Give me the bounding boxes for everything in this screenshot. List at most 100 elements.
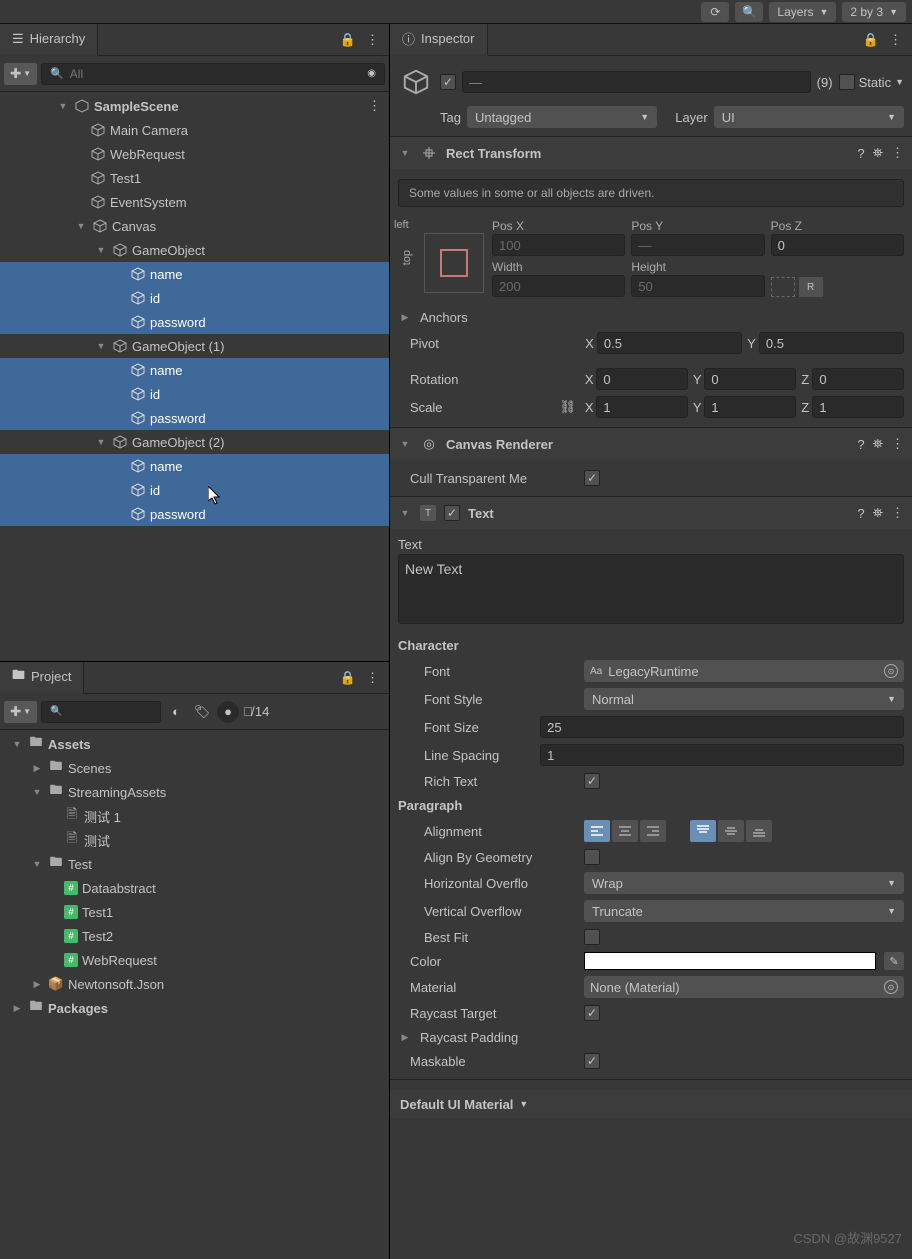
foldout-icon[interactable]: ▼	[30, 857, 44, 871]
scene-row[interactable]: ▼ SampleScene ⋮	[0, 94, 389, 118]
packages-folder[interactable]: ▶🖿Packages	[0, 996, 389, 1020]
lock-icon[interactable]: 🔒	[863, 32, 879, 48]
align-top-button[interactable]	[690, 820, 716, 842]
tree-item[interactable]: Main Camera	[0, 118, 389, 142]
tree-item[interactable]: name	[0, 262, 389, 286]
tree-item[interactable]: Test1	[0, 166, 389, 190]
tree-item[interactable]: id	[0, 286, 389, 310]
font-style-dropdown[interactable]: Normal▼	[584, 688, 904, 710]
font-size-input[interactable]	[540, 716, 904, 738]
static-dropdown-icon[interactable]: ▼	[895, 77, 904, 87]
raycast-checkbox[interactable]	[584, 1005, 600, 1021]
tag-dropdown[interactable]: Untagged▼	[467, 106, 657, 128]
component-menu-icon[interactable]: ⋮	[891, 436, 904, 452]
object-picker-icon[interactable]: ⊙	[884, 664, 898, 678]
foldout-icon[interactable]: ▶	[30, 977, 44, 991]
component-foldout-icon[interactable]: ▼	[398, 437, 412, 451]
preset-icon[interactable]: ⛯	[873, 145, 883, 161]
align-right-button[interactable]	[640, 820, 666, 842]
posy-input[interactable]	[631, 234, 764, 256]
foldout-icon[interactable]: ▼	[74, 219, 88, 233]
tree-item[interactable]: password	[0, 406, 389, 430]
component-menu-icon[interactable]: ⋮	[891, 145, 904, 161]
link-icon[interactable]: ⛓	[559, 399, 576, 415]
hierarchy-tab[interactable]: ☰ Hierarchy	[0, 24, 98, 56]
color-field[interactable]	[584, 952, 876, 970]
align-left-button[interactable]	[584, 820, 610, 842]
align-middle-button[interactable]	[718, 820, 744, 842]
tree-item[interactable]: name	[0, 358, 389, 382]
lock-icon[interactable]: 🔒	[340, 32, 356, 48]
anchors-foldout-icon[interactable]: ▶	[398, 310, 412, 324]
scene-menu-icon[interactable]: ⋮	[368, 98, 381, 114]
help-icon[interactable]: ?	[857, 506, 864, 521]
tree-item[interactable]: WebRequest	[0, 142, 389, 166]
active-checkbox[interactable]	[440, 74, 456, 90]
foldout-icon[interactable]: ▼	[94, 435, 108, 449]
layout-dropdown[interactable]: 2 by 3▼	[842, 2, 906, 22]
help-icon[interactable]: ?	[857, 146, 864, 161]
tree-item[interactable]: ▶📦Newtonsoft.Json	[0, 972, 389, 996]
tree-item[interactable]: ▼GameObject	[0, 238, 389, 262]
anchor-preset[interactable]	[424, 233, 484, 293]
toolbar-btn-1[interactable]: ⟳	[701, 2, 729, 22]
toolbar-btn-2[interactable]: 🔍	[735, 2, 763, 22]
component-foldout-icon[interactable]: ▼	[398, 506, 412, 520]
text-value-textarea[interactable]	[398, 554, 904, 624]
component-foldout-icon[interactable]: ▼	[398, 146, 412, 160]
tree-item[interactable]: #Test2	[0, 924, 389, 948]
component-enabled-checkbox[interactable]	[444, 505, 460, 521]
eyedropper-button[interactable]: ✎	[884, 952, 904, 970]
menu-icon[interactable]: ⋮	[366, 32, 379, 48]
scale-y-input[interactable]	[704, 396, 796, 418]
menu-icon[interactable]: ⋮	[366, 670, 379, 686]
align-bottom-button[interactable]	[746, 820, 772, 842]
layer-dropdown[interactable]: UI▼	[714, 106, 904, 128]
cull-checkbox[interactable]	[584, 470, 600, 486]
tree-item[interactable]: EventSystem	[0, 190, 389, 214]
hidden-count[interactable]: 👁̸14	[243, 704, 269, 719]
scale-x-input[interactable]	[596, 396, 688, 418]
raw-edit-button[interactable]: R	[799, 277, 823, 297]
height-input[interactable]	[631, 275, 764, 297]
tree-item[interactable]: password	[0, 502, 389, 526]
tree-item[interactable]: name	[0, 454, 389, 478]
line-spacing-input[interactable]	[540, 744, 904, 766]
lock-icon[interactable]: 🔒	[340, 670, 356, 686]
help-icon[interactable]: ?	[857, 437, 864, 452]
tree-item[interactable]: ▼Canvas	[0, 214, 389, 238]
menu-icon[interactable]: ⋮	[889, 32, 902, 48]
raycast-foldout-icon[interactable]: ▶	[398, 1030, 412, 1044]
static-checkbox[interactable]	[839, 74, 855, 90]
pivot-y-input[interactable]	[759, 332, 904, 354]
layers-dropdown[interactable]: Layers▼	[769, 2, 836, 22]
preset-icon[interactable]: ⛯	[873, 505, 883, 521]
maskable-checkbox[interactable]	[584, 1053, 600, 1069]
align-center-button[interactable]	[612, 820, 638, 842]
align-geom-checkbox[interactable]	[584, 849, 600, 865]
foldout-icon[interactable]: ▼	[30, 785, 44, 799]
rot-z-input[interactable]	[812, 368, 904, 390]
best-fit-checkbox[interactable]	[584, 929, 600, 945]
foldout-icon[interactable]: ▼	[94, 339, 108, 353]
add-button[interactable]: ✚ ▼	[4, 701, 37, 723]
tree-item[interactable]: #WebRequest	[0, 948, 389, 972]
posz-input[interactable]	[771, 234, 904, 256]
tree-item[interactable]: ▼🖿Test	[0, 852, 389, 876]
tree-item[interactable]: ▼GameObject (1)	[0, 334, 389, 358]
foldout-icon[interactable]: ▶	[10, 1001, 24, 1015]
project-search[interactable]: 🔍 ◉	[41, 701, 161, 723]
tree-item[interactable]: id	[0, 478, 389, 502]
save-icon[interactable]: ●	[217, 701, 239, 723]
width-input[interactable]	[492, 275, 625, 297]
foldout-icon[interactable]: ▼	[56, 99, 70, 113]
material-foldout-icon[interactable]: ▼	[519, 1099, 528, 1109]
foldout-icon[interactable]: ▼	[10, 737, 24, 751]
v-overflow-dropdown[interactable]: Truncate▼	[584, 900, 904, 922]
object-picker-icon[interactable]: ⊙	[884, 980, 898, 994]
search-mode-icon[interactable]: ◉	[367, 68, 376, 79]
tree-item[interactable]: ▼🖿StreamingAssets	[0, 780, 389, 804]
posx-input[interactable]	[492, 234, 625, 256]
blueprint-mode-button[interactable]	[771, 277, 795, 297]
tree-item[interactable]: #Test1	[0, 900, 389, 924]
